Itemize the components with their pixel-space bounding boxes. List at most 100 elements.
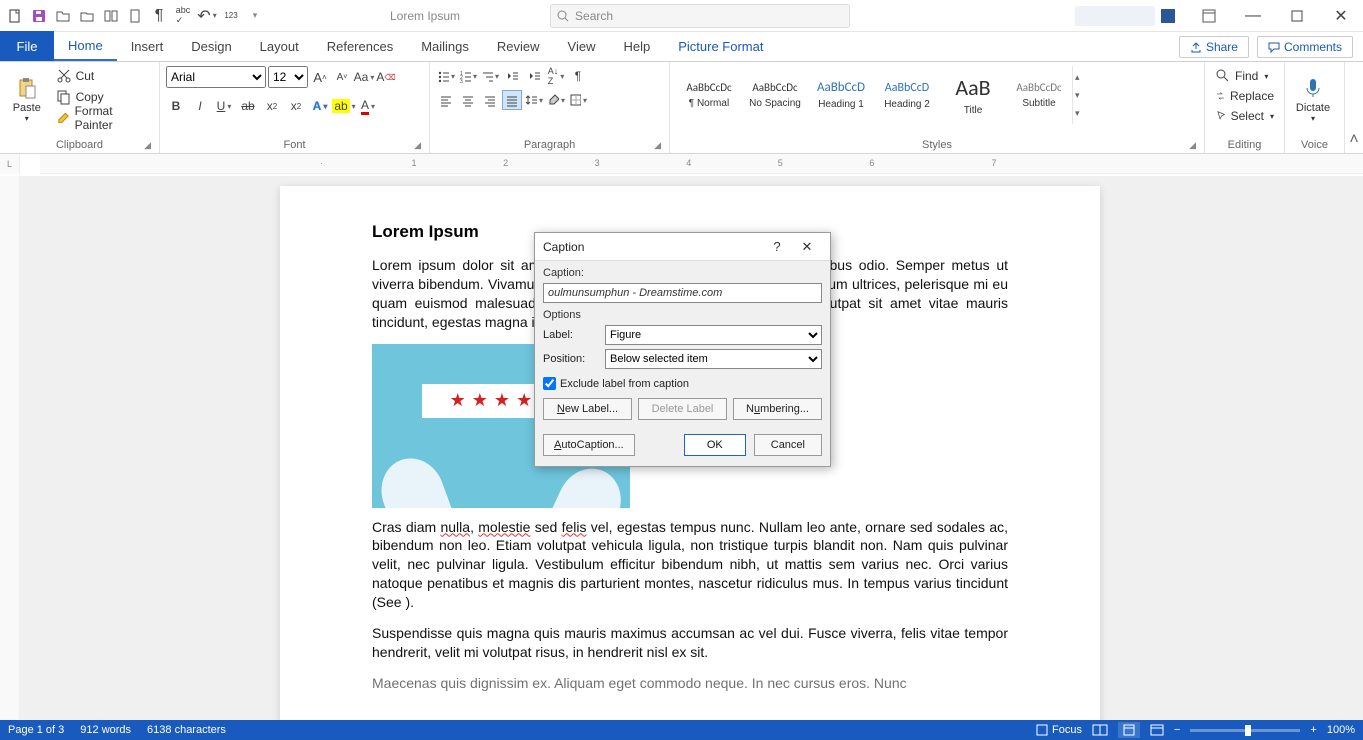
ok-button[interactable]: OK [684, 434, 746, 456]
status-words[interactable]: 912 words [80, 724, 131, 736]
justify-button[interactable] [502, 90, 522, 110]
dictate-button[interactable]: Dictate ▾ [1291, 66, 1335, 132]
format-painter-button[interactable]: Format Painter [52, 108, 153, 128]
styles-more-button[interactable]: ▴▾▾ [1072, 66, 1088, 124]
shrink-font-button[interactable]: A˅ [332, 67, 352, 87]
clipboard-launcher[interactable]: ◢ [144, 140, 151, 151]
grow-font-button[interactable]: A˄ [310, 67, 330, 87]
tab-help[interactable]: Help [609, 31, 664, 61]
open-icon[interactable] [52, 5, 74, 27]
paragraph-marks-icon[interactable]: ¶ [148, 5, 170, 27]
numbering-button-dlg[interactable]: Numbering... [733, 398, 822, 420]
increase-indent-button[interactable] [524, 66, 544, 86]
new-label-button[interactable]: New Label... [543, 398, 632, 420]
tab-mailings[interactable]: Mailings [407, 31, 483, 61]
exclude-checkbox-row[interactable]: Exclude label from caption [543, 377, 822, 390]
align-center-button[interactable] [458, 90, 478, 110]
italic-button[interactable]: I [190, 96, 210, 116]
style-title[interactable]: AaBTitle [940, 66, 1006, 124]
read-mode-button[interactable] [1092, 724, 1108, 736]
style-subtitle[interactable]: AaBbCcDcSubtitle [1006, 66, 1072, 124]
collapse-ribbon-button[interactable]: ˄ [1345, 62, 1363, 153]
status-chars[interactable]: 6138 characters [147, 724, 226, 736]
undo-button[interactable]: ↶ [196, 5, 218, 27]
tab-review[interactable]: Review [483, 31, 554, 61]
style-heading-2[interactable]: AaBbCcDHeading 2 [874, 66, 940, 124]
clear-formatting-button[interactable]: A⌫ [376, 67, 396, 87]
borders-button[interactable] [568, 90, 588, 110]
zoom-in-button[interactable]: + [1310, 724, 1316, 736]
text-effects-button[interactable]: A [310, 96, 330, 116]
find-button[interactable]: Find▾ [1211, 66, 1278, 86]
label-select[interactable]: Figure [605, 325, 822, 345]
exclude-checkbox[interactable] [543, 377, 556, 390]
status-page[interactable]: Page 1 of 3 [8, 724, 64, 736]
file-tab[interactable]: File [0, 31, 54, 61]
font-name-select[interactable]: Arial [166, 66, 266, 88]
select-button[interactable]: Select▾ [1211, 106, 1278, 126]
zoom-slider[interactable] [1190, 729, 1300, 732]
web-layout-button[interactable] [1150, 724, 1164, 736]
strikethrough-button[interactable]: ab [238, 96, 258, 116]
focus-mode-button[interactable]: Focus [1036, 724, 1082, 736]
close-button[interactable]: ✕ [1319, 0, 1363, 32]
bullets-button[interactable] [436, 66, 456, 86]
qat-customize[interactable]: ▾ [244, 5, 266, 27]
show-marks-button[interactable]: ¶ [568, 66, 588, 86]
align-right-button[interactable] [480, 90, 500, 110]
tab-references[interactable]: References [313, 31, 407, 61]
maximize-button[interactable] [1275, 0, 1319, 32]
tab-view[interactable]: View [554, 31, 610, 61]
underline-button[interactable]: U [214, 96, 234, 116]
style-heading-1[interactable]: AaBbCcDHeading 1 [808, 66, 874, 124]
save-icon[interactable] [28, 5, 50, 27]
tab-insert[interactable]: Insert [117, 31, 178, 61]
shading-button[interactable] [546, 90, 566, 110]
word-count-icon[interactable]: 123 [220, 5, 242, 27]
superscript-button[interactable]: x2 [286, 96, 306, 116]
change-case-button[interactable]: Aa [354, 67, 374, 87]
horizontal-ruler[interactable]: · 1 2 3 4 5 6 7 [40, 154, 1363, 174]
dialog-close-button[interactable]: ✕ [792, 239, 822, 255]
dialog-help-button[interactable]: ? [762, 239, 792, 254]
position-select[interactable]: Below selected item [605, 349, 822, 369]
paragraph-launcher[interactable]: ◢ [654, 140, 661, 151]
style-no-spacing[interactable]: AaBbCcDcNo Spacing [742, 66, 808, 124]
share-button[interactable]: Share [1179, 36, 1249, 58]
account-name[interactable] [1075, 6, 1155, 26]
ribbon-display-icon[interactable] [1187, 0, 1231, 32]
styles-gallery[interactable]: AaBbCcDc¶ NormalAaBbCcDcNo SpacingAaBbCc… [676, 66, 1198, 124]
vertical-ruler[interactable] [0, 176, 20, 720]
font-launcher[interactable]: ◢ [414, 140, 421, 151]
font-size-select[interactable]: 12 [268, 66, 308, 88]
highlight-button[interactable]: ab [334, 96, 354, 116]
decrease-indent-button[interactable] [502, 66, 522, 86]
open-folder-icon[interactable] [76, 5, 98, 27]
zoom-out-button[interactable]: − [1174, 724, 1180, 736]
print-layout-button[interactable] [1118, 722, 1140, 738]
style--normal[interactable]: AaBbCcDc¶ Normal [676, 66, 742, 124]
line-spacing-button[interactable] [524, 90, 544, 110]
page-width-icon[interactable] [100, 5, 122, 27]
font-color-button[interactable]: A [358, 96, 378, 116]
bold-button[interactable]: B [166, 96, 186, 116]
minimize-button[interactable]: — [1231, 0, 1275, 32]
account-avatar[interactable] [1161, 9, 1175, 23]
styles-launcher[interactable]: ◢ [1189, 140, 1196, 151]
cut-button[interactable]: Cut [52, 66, 153, 86]
search-box[interactable]: Search [550, 4, 850, 28]
autocaption-button[interactable]: AutoCaption... [543, 434, 635, 456]
align-left-button[interactable] [436, 90, 456, 110]
numbering-button[interactable]: 123 [458, 66, 478, 86]
replace-button[interactable]: Replace [1211, 86, 1278, 106]
tab-picture-format[interactable]: Picture Format [664, 31, 777, 61]
spellcheck-icon[interactable]: abc✓ [172, 5, 194, 27]
one-page-icon[interactable] [124, 5, 146, 27]
zoom-level[interactable]: 100% [1327, 724, 1355, 736]
dialog-titlebar[interactable]: Caption ? ✕ [535, 233, 830, 261]
tab-design[interactable]: Design [177, 31, 245, 61]
subscript-button[interactable]: x2 [262, 96, 282, 116]
comments-button[interactable]: Comments [1257, 36, 1353, 58]
tab-layout[interactable]: Layout [246, 31, 313, 61]
new-file-icon[interactable] [4, 5, 26, 27]
